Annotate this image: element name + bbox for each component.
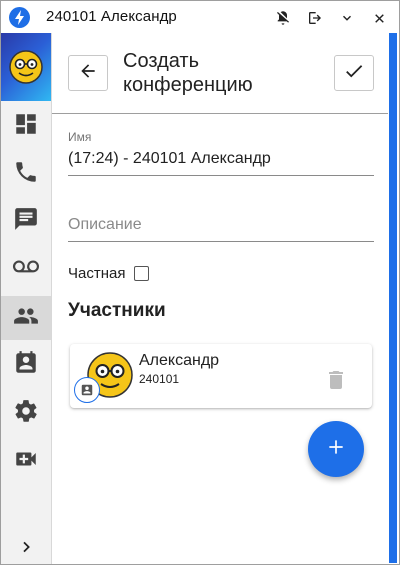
name-field-label: Имя [68,130,92,144]
contact-calendar-icon [13,350,39,381]
gear-icon [13,398,39,429]
sidebar-item-contacts[interactable] [1,296,51,340]
private-toggle-row: Частная [68,262,150,284]
description-input[interactable]: Описание [68,212,374,242]
arrow-left-icon [78,61,98,86]
check-icon [343,60,365,87]
scrollbar[interactable] [389,33,397,563]
participant-extension: 240101 [139,372,180,386]
dashboard-icon [13,111,39,142]
add-participant-button[interactable] [308,421,364,477]
back-button[interactable] [68,55,108,91]
sidebar-item-voicemail[interactable] [1,247,51,291]
expand-sidebar-button[interactable] [1,534,51,564]
private-checkbox[interactable] [134,265,150,281]
confirm-button[interactable] [334,55,374,91]
sidebar-item-dashboard[interactable] [1,104,51,148]
contact-card-icon [74,377,100,403]
sidebar [1,33,52,564]
chevron-right-icon [18,539,34,560]
minimize-icon[interactable] [335,6,359,30]
close-icon[interactable] [367,6,391,30]
name-input[interactable]: (17:24) - 240101 Александр [68,146,374,176]
sidebar-item-video[interactable] [1,439,51,483]
sidebar-item-calls[interactable] [1,152,51,196]
chat-icon [13,206,39,237]
window-title: 240101 Александр [46,8,177,25]
people-icon [12,303,40,334]
voicemail-icon [11,254,41,285]
participant-card[interactable]: Александр 240101 [70,344,372,408]
bolt-icon [9,7,30,28]
page-header: Создать конференцию [52,33,388,114]
sidebar-item-chats[interactable] [1,199,51,243]
participant-name: Александр [139,352,220,369]
title-bar: 240101 Александр [1,1,399,33]
private-label: Частная [68,264,126,282]
video-add-icon [13,446,39,477]
plus-icon [326,437,346,462]
sidebar-item-settings[interactable] [1,391,51,435]
user-avatar[interactable] [1,33,51,101]
delete-participant-icon[interactable] [324,368,348,392]
page-title: Создать конференцию [123,50,253,96]
phone-icon [13,159,39,190]
logout-icon[interactable] [303,6,327,30]
sidebar-item-meetings[interactable] [1,343,51,387]
participants-title: Участники [68,300,166,321]
mute-notifications-icon[interactable] [271,6,295,30]
